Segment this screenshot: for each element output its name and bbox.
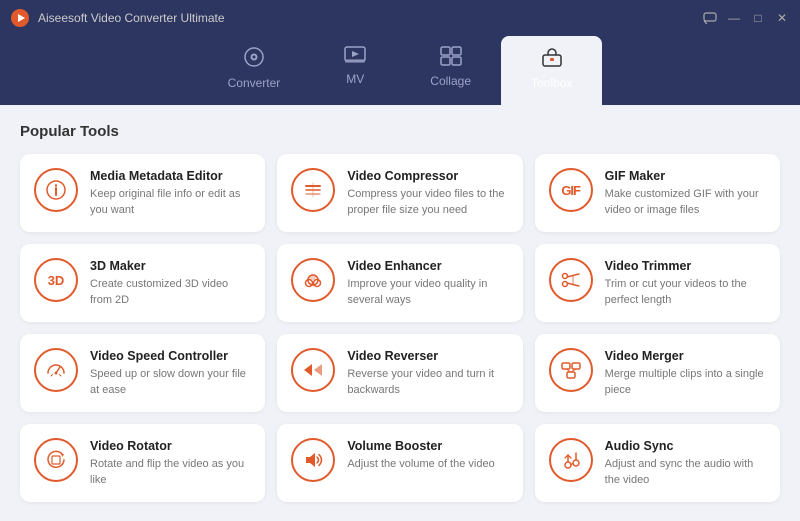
- tab-mv-label: MV: [346, 72, 364, 86]
- app-logo: [10, 8, 30, 28]
- tab-mv[interactable]: MV: [310, 36, 400, 105]
- video-reverser-desc: Reverse your video and turn it backwards: [347, 367, 508, 398]
- tool-video-compressor[interactable]: Video Compressor Compress your video fil…: [277, 154, 522, 232]
- tools-grid: Media Metadata Editor Keep original file…: [20, 154, 780, 502]
- tool-video-trimmer[interactable]: Video Trimmer Trim or cut your videos to…: [535, 244, 780, 322]
- gif-maker-name: GIF Maker: [605, 168, 766, 184]
- tool-volume-booster[interactable]: Volume Booster Adjust the volume of the …: [277, 424, 522, 502]
- gif-maker-info: GIF Maker Make customized GIF with your …: [605, 168, 766, 218]
- video-trimmer-icon: [549, 258, 593, 302]
- video-compressor-info: Video Compressor Compress your video fil…: [347, 168, 508, 218]
- maximize-btn[interactable]: □: [750, 10, 766, 26]
- video-merger-info: Video Merger Merge multiple clips into a…: [605, 348, 766, 398]
- tab-converter[interactable]: Converter: [198, 36, 311, 105]
- video-enhancer-info: Video Enhancer Improve your video qualit…: [347, 258, 508, 308]
- toolbox-icon: [541, 46, 563, 72]
- video-rotator-info: Video Rotator Rotate and flip the video …: [90, 438, 251, 488]
- volume-booster-icon: [291, 438, 335, 482]
- 3d-maker-desc: Create customized 3D video from 2D: [90, 277, 251, 308]
- audio-sync-name: Audio Sync: [605, 438, 766, 454]
- video-trimmer-name: Video Trimmer: [605, 258, 766, 274]
- tool-3d-maker[interactable]: 3D 3D Maker Create customized 3D video f…: [20, 244, 265, 322]
- 3d-maker-name: 3D Maker: [90, 258, 251, 274]
- video-compressor-icon: [291, 168, 335, 212]
- tool-video-speed-controller[interactable]: Video Speed Controller Speed up or slow …: [20, 334, 265, 412]
- video-speed-controller-name: Video Speed Controller: [90, 348, 251, 364]
- gif-text: GIF: [561, 183, 580, 198]
- gif-maker-desc: Make customized GIF with your video or i…: [605, 187, 766, 218]
- video-trimmer-info: Video Trimmer Trim or cut your videos to…: [605, 258, 766, 308]
- audio-sync-desc: Adjust and sync the audio with the video: [605, 457, 766, 488]
- video-reverser-info: Video Reverser Reverse your video and tu…: [347, 348, 508, 398]
- 3d-maker-icon: 3D: [34, 258, 78, 302]
- mv-icon: [344, 46, 366, 68]
- video-reverser-icon: [291, 348, 335, 392]
- converter-icon: [243, 46, 265, 72]
- 3d-text: 3D: [48, 273, 65, 288]
- main-content: Popular Tools Media Metadata Editor Keep…: [0, 105, 800, 521]
- audio-sync-icon: [549, 438, 593, 482]
- tool-video-merger[interactable]: Video Merger Merge multiple clips into a…: [535, 334, 780, 412]
- video-rotator-icon: [34, 438, 78, 482]
- video-merger-icon: [549, 348, 593, 392]
- video-enhancer-icon: [291, 258, 335, 302]
- video-reverser-name: Video Reverser: [347, 348, 508, 364]
- video-rotator-desc: Rotate and flip the video as you like: [90, 457, 251, 488]
- tool-gif-maker[interactable]: GIF GIF Maker Make customized GIF with y…: [535, 154, 780, 232]
- gif-maker-icon: GIF: [549, 168, 593, 212]
- tab-collage-label: Collage: [430, 74, 471, 88]
- video-speed-controller-icon: [34, 348, 78, 392]
- tab-collage[interactable]: Collage: [400, 36, 501, 105]
- collage-icon: [440, 46, 462, 70]
- video-compressor-desc: Compress your video files to the proper …: [347, 187, 508, 218]
- minimize-btn[interactable]: —: [726, 10, 742, 26]
- video-enhancer-name: Video Enhancer: [347, 258, 508, 274]
- tool-video-enhancer[interactable]: Video Enhancer Improve your video qualit…: [277, 244, 522, 322]
- tool-audio-sync[interactable]: Audio Sync Adjust and sync the audio wit…: [535, 424, 780, 502]
- media-metadata-editor-info: Media Metadata Editor Keep original file…: [90, 168, 251, 218]
- tab-toolbox[interactable]: Toolbox: [501, 36, 602, 105]
- video-rotator-name: Video Rotator: [90, 438, 251, 454]
- section-title: Popular Tools: [20, 123, 780, 140]
- tab-toolbox-label: Toolbox: [531, 76, 572, 90]
- volume-booster-name: Volume Booster: [347, 438, 508, 454]
- media-metadata-editor-name: Media Metadata Editor: [90, 168, 251, 184]
- chat-btn[interactable]: [702, 10, 718, 26]
- video-speed-controller-info: Video Speed Controller Speed up or slow …: [90, 348, 251, 398]
- app-title: Aiseesoft Video Converter Ultimate: [38, 11, 702, 25]
- tool-video-reverser[interactable]: Video Reverser Reverse your video and tu…: [277, 334, 522, 412]
- video-speed-controller-desc: Speed up or slow down your file at ease: [90, 367, 251, 398]
- video-merger-desc: Merge multiple clips into a single piece: [605, 367, 766, 398]
- video-merger-name: Video Merger: [605, 348, 766, 364]
- volume-booster-desc: Adjust the volume of the video: [347, 457, 508, 472]
- titlebar: Aiseesoft Video Converter Ultimate — □ ✕: [0, 0, 800, 36]
- volume-booster-info: Volume Booster Adjust the volume of the …: [347, 438, 508, 473]
- 3d-maker-info: 3D Maker Create customized 3D video from…: [90, 258, 251, 308]
- audio-sync-info: Audio Sync Adjust and sync the audio wit…: [605, 438, 766, 488]
- video-trimmer-desc: Trim or cut your videos to the perfect l…: [605, 277, 766, 308]
- media-metadata-editor-icon: [34, 168, 78, 212]
- video-enhancer-desc: Improve your video quality in several wa…: [347, 277, 508, 308]
- window-controls: — □ ✕: [702, 10, 790, 26]
- nav-tabs: Converter MV Collage: [0, 36, 800, 105]
- media-metadata-editor-desc: Keep original file info or edit as you w…: [90, 187, 251, 218]
- tab-converter-label: Converter: [228, 76, 281, 90]
- video-compressor-name: Video Compressor: [347, 168, 508, 184]
- tool-video-rotator[interactable]: Video Rotator Rotate and flip the video …: [20, 424, 265, 502]
- tool-media-metadata-editor[interactable]: Media Metadata Editor Keep original file…: [20, 154, 265, 232]
- close-btn[interactable]: ✕: [774, 10, 790, 26]
